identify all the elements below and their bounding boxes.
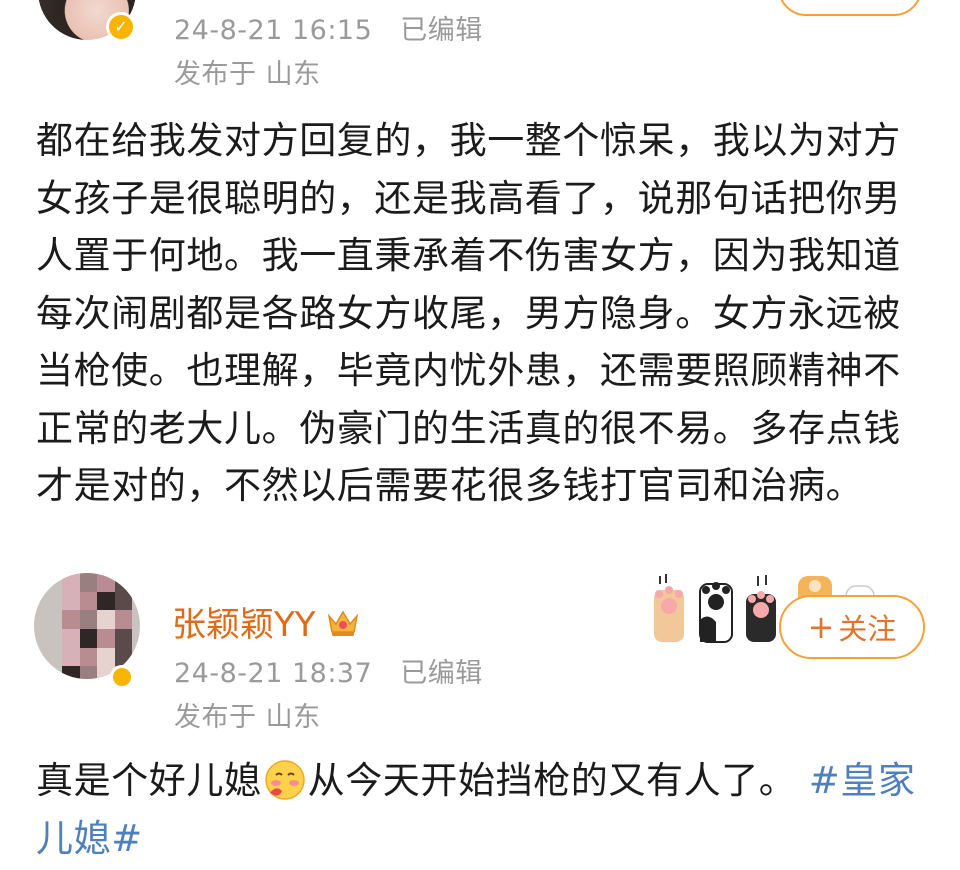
- pixelated-avatar-image: [62, 573, 132, 679]
- post-timestamp: 24-8-21 18:37: [174, 658, 373, 689]
- username-row[interactable]: 张颖颖YY: [172, 597, 360, 646]
- verified-badge-icon: ✓: [106, 12, 136, 42]
- post-location: 发布于 山东: [174, 59, 321, 90]
- post-meta-line: 24-8-21 18:37 已编辑: [174, 651, 483, 690]
- avatar[interactable]: [34, 573, 140, 679]
- post-timestamp: 24-8-21 16:15: [174, 15, 373, 46]
- post-text-part-1: 真是个好儿媳: [36, 759, 262, 802]
- edited-label: 已编辑: [400, 15, 483, 46]
- crown-icon: [326, 607, 360, 637]
- edited-label: 已编辑: [400, 658, 483, 689]
- username[interactable]: 张颖颖YY: [172, 597, 316, 646]
- plus-icon: +: [807, 608, 835, 646]
- username-cropped: [655, 0, 775, 6]
- follow-button-cropped[interactable]: [778, 0, 922, 16]
- post-body-text: 真是个好儿媳 从今天开始挡枪的又有人了。 #皇家儿媳#: [36, 752, 926, 868]
- post-location: 发布于 山东: [174, 702, 321, 733]
- verified-badge-icon: [110, 665, 134, 689]
- follow-button[interactable]: + 关注: [779, 595, 925, 659]
- post-meta-line: 24-8-21 16:15 已编辑: [174, 8, 483, 47]
- follow-button-label: 关注: [838, 612, 897, 646]
- post-text-part-2: 从今天开始挡枪的又有人了。: [307, 759, 797, 802]
- blushing-hug-emoji-icon: [264, 759, 306, 801]
- post-body-text: 都在给我发对方回复的，我一整个惊呆，我以为对方女孩子是很聪明的，还是我高看了，说…: [36, 119, 901, 507]
